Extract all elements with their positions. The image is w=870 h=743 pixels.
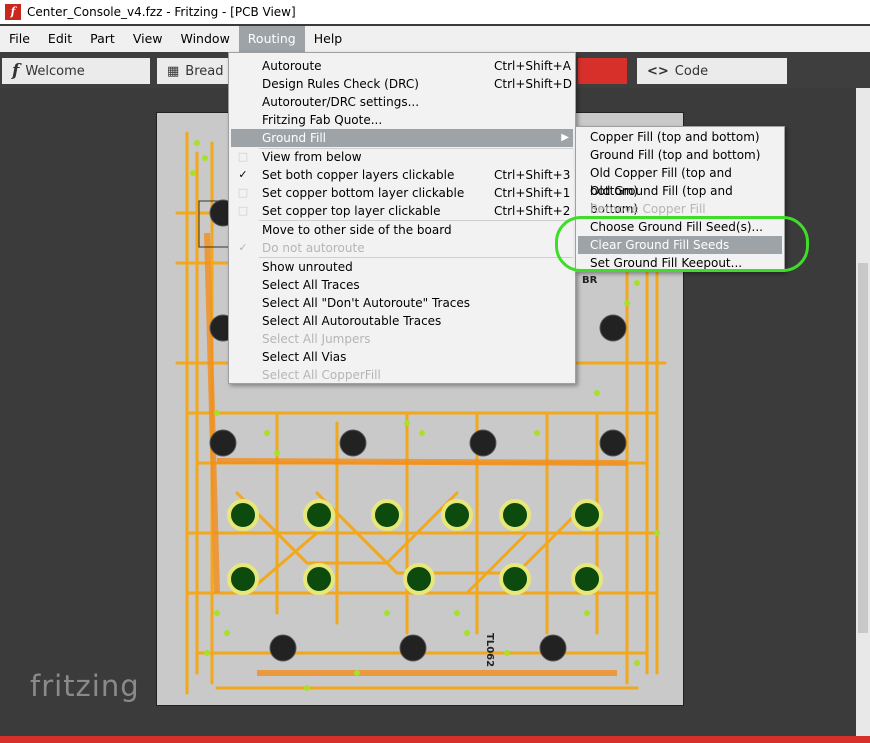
menu-item-label: Select All Vias — [262, 350, 347, 364]
menu-item-select-dont-autoroute[interactable]: Select All "Don't Autoroute" Traces — [231, 294, 573, 312]
checkmark-icon: ✓ — [238, 168, 248, 181]
menu-item-drc[interactable]: Design Rules Check (DRC) Ctrl+Shift+D — [231, 75, 573, 93]
menu-item-shortcut: Ctrl+Shift+A — [494, 59, 571, 73]
menu-bar: File Edit Part View Window Routing Help — [0, 26, 870, 52]
fritzing-f-icon: f — [12, 61, 20, 81]
menu-item-label: Select All CopperFill — [262, 368, 381, 382]
submenu-item-label: Ground Fill (top and bottom) — [590, 148, 761, 162]
menu-part[interactable]: Part — [81, 26, 124, 52]
menu-file[interactable]: File — [0, 26, 39, 52]
menu-item-top-layer-clickable[interactable]: □ Set copper top layer clickable Ctrl+Sh… — [231, 202, 573, 220]
submenu-item-label: Copper Fill (top and bottom) — [590, 130, 760, 144]
scrollbar-thumb[interactable] — [858, 263, 868, 633]
board-label-tl062: TL062 — [484, 633, 495, 667]
code-icon: <> — [647, 63, 669, 79]
menu-item-label: Select All Traces — [262, 278, 360, 292]
vertical-scrollbar[interactable] — [856, 88, 870, 736]
menu-item-shortcut: Ctrl+Shift+1 — [494, 186, 571, 200]
menu-item-shortcut: Ctrl+Shift+D — [494, 77, 572, 91]
menu-item-select-jumpers: Select All Jumpers — [231, 330, 573, 348]
menu-item-select-vias[interactable]: Select All Vias — [231, 348, 573, 366]
menu-edit[interactable]: Edit — [39, 26, 81, 52]
menu-item-label: Ground Fill — [262, 131, 326, 145]
menu-view[interactable]: View — [124, 26, 172, 52]
submenu-item-ground-fill[interactable]: Ground Fill (top and bottom) — [578, 146, 782, 164]
title-bar: f Center_Console_v4.fzz - Fritzing - [PC… — [0, 0, 870, 24]
submenu-item-copper-fill[interactable]: Copper Fill (top and bottom) — [578, 128, 782, 146]
checkbox-empty-icon: □ — [237, 150, 249, 163]
tab-breadboard[interactable]: ▦ Bread — [157, 58, 229, 84]
submenu-arrow-icon: ▶ — [561, 132, 569, 143]
menu-item-label: Fritzing Fab Quote... — [262, 113, 383, 127]
tab-breadboard-label: Bread — [185, 63, 224, 79]
checkmark-icon: ✓ — [238, 241, 248, 254]
submenu-item-old-copper-fill[interactable]: Old Copper Fill (top and bottom) — [578, 164, 782, 198]
menu-item-select-copperfill: Select All CopperFill — [231, 366, 573, 384]
routing-menu: Autoroute Ctrl+Shift+A Design Rules Chec… — [228, 52, 576, 384]
menu-item-view-from-below[interactable]: □ View from below — [231, 148, 573, 166]
menu-item-shortcut: Ctrl+Shift+2 — [494, 204, 571, 218]
tab-code-label: Code — [674, 63, 709, 79]
tab-welcome[interactable]: f Welcome — [2, 58, 150, 84]
menu-item-label: Do not autoroute — [262, 241, 365, 255]
submenu-item-old-ground-fill[interactable]: Old Ground Fill (top and bottom) — [578, 182, 782, 216]
menu-item-label: Design Rules Check (DRC) — [262, 77, 419, 91]
menu-window[interactable]: Window — [172, 26, 239, 52]
checkbox-empty-icon: □ — [237, 204, 249, 217]
menu-item-select-all-traces[interactable]: Select All Traces — [231, 276, 573, 294]
menu-help[interactable]: Help — [305, 26, 352, 52]
tab-pcb-active[interactable] — [578, 58, 627, 84]
menu-item-autorouter-settings[interactable]: Autorouter/DRC settings... — [231, 93, 573, 111]
window-title: Center_Console_v4.fzz - Fritzing - [PCB … — [27, 5, 296, 19]
menu-item-label: Select All Autoroutable Traces — [262, 314, 442, 328]
menu-item-select-autoroutable[interactable]: Select All Autoroutable Traces — [231, 312, 573, 330]
menu-item-shortcut: Ctrl+Shift+3 — [494, 168, 571, 182]
menu-item-fab-quote[interactable]: Fritzing Fab Quote... — [231, 111, 573, 129]
tab-welcome-label: Welcome — [25, 63, 85, 79]
board-label-br: BR — [582, 275, 598, 286]
menu-item-autoroute[interactable]: Autoroute Ctrl+Shift+A — [231, 57, 573, 75]
menu-item-label: Autoroute — [262, 59, 322, 73]
tab-code[interactable]: <> Code — [637, 58, 787, 84]
status-accent-bar — [0, 736, 870, 743]
menu-item-label: Move to other side of the board — [262, 223, 452, 237]
menu-item-both-layers-clickable[interactable]: ✓ Set both copper layers clickable Ctrl+… — [231, 166, 573, 184]
menu-item-label: Set copper bottom layer clickable — [262, 186, 465, 200]
annotation-highlight-ring — [555, 216, 809, 272]
menu-item-label: View from below — [262, 150, 362, 164]
menu-item-show-unrouted[interactable]: Show unrouted — [231, 258, 573, 276]
menu-item-bottom-layer-clickable[interactable]: □ Set copper bottom layer clickable Ctrl… — [231, 184, 573, 202]
menu-item-label: Autorouter/DRC settings... — [262, 95, 420, 109]
menu-item-label: Select All "Don't Autoroute" Traces — [262, 296, 471, 310]
menu-item-move-other-side[interactable]: Move to other side of the board — [231, 221, 573, 239]
menu-item-label: Set copper top layer clickable — [262, 204, 441, 218]
menu-item-do-not-autoroute: ✓ Do not autoroute — [231, 239, 573, 257]
menu-item-label: Show unrouted — [262, 260, 353, 274]
fritzing-app-icon: f — [5, 4, 21, 20]
menu-item-label: Set both copper layers clickable — [262, 168, 455, 182]
menu-routing[interactable]: Routing — [238, 26, 305, 52]
breadboard-icon: ▦ — [167, 63, 180, 79]
checkbox-empty-icon: □ — [237, 186, 249, 199]
menu-item-ground-fill[interactable]: Ground Fill ▶ — [231, 129, 573, 147]
fritzing-logo: fritzing — [30, 669, 140, 703]
menu-item-label: Select All Jumpers — [262, 332, 371, 346]
